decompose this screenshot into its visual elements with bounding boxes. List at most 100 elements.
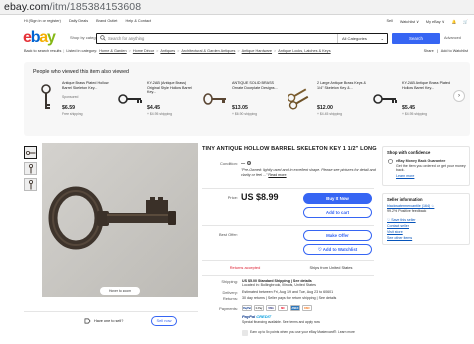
add-to-watchlist-link[interactable]: Add to Watchlist (441, 49, 468, 53)
seller-information-box: Seller information blackwatermercantile … (382, 193, 470, 245)
item-shipping: Free shipping (62, 112, 83, 116)
breadcrumb-item[interactable]: Home Décor (133, 49, 154, 53)
thumbnail-1[interactable] (24, 146, 37, 159)
also-viewed-item[interactable]: KY-2AB (Antique Brass) Original Style Ho… (118, 81, 202, 133)
search-box[interactable]: All Categories ⌄ (96, 33, 388, 44)
learn-more-link[interactable]: Learn more (396, 174, 468, 178)
read-more-link[interactable]: Read more (268, 173, 286, 177)
also-viewed-item[interactable]: ANTIQUE SOLID BRASS Ornate Doorplate Des… (203, 81, 287, 133)
breadcrumb-item[interactable]: Home & Garden (99, 49, 126, 53)
contact-seller-link[interactable]: Contact seller (387, 224, 459, 228)
skeleton-key-image (42, 143, 198, 297)
price-label: Price: (227, 195, 238, 200)
item-title[interactable]: KY-2AB (Antique Brass) Original Style Ho… (147, 81, 199, 95)
breadcrumb-item[interactable]: Antique Locks, Latches & Keys (278, 49, 330, 53)
mastercard-icon: MC (278, 305, 288, 311)
money-back-guarantee: eBay Money Back Guarantee (396, 159, 446, 163)
address-bar[interactable]: ebay.com/itm/185384153608 (0, 0, 474, 15)
main-product-image[interactable] (42, 143, 198, 297)
item-shipping: + $4.95 shipping (402, 112, 427, 116)
also-viewed-carousel: People who viewed this item also viewed … (24, 62, 470, 136)
share-link[interactable]: Share (424, 49, 434, 53)
item-title[interactable]: 2 Large Antique Brass Keys & 1/4" Skelet… (317, 81, 369, 90)
logo-letter-b: b (30, 29, 41, 46)
sponsored-label: Sponsored (62, 95, 79, 99)
money-back-description: Get the item you ordered or get your mon… (396, 164, 466, 173)
google-pay-icon: G Pay (254, 305, 264, 311)
divider (202, 225, 374, 226)
thumbnail-3[interactable] (24, 178, 37, 191)
seller-name-link[interactable]: blackwatermercantile (164) ☆ (387, 204, 459, 208)
add-to-cart-button[interactable]: Add to cart (303, 207, 372, 218)
sell-now-button[interactable]: Sell now (151, 316, 177, 326)
breadcrumb-item[interactable]: Architectural & Garden Antiques (181, 49, 235, 53)
breadcrumb-separator: | (436, 49, 438, 53)
shipping-value: US $5.00 Standard Shipping | See details… (242, 279, 376, 288)
save-seller-link[interactable]: ♡ Save this seller (387, 218, 459, 222)
thumbnail-2[interactable] (24, 162, 37, 175)
breadcrumb-separator: > (237, 49, 240, 53)
also-viewed-item[interactable]: KY-2AB Antique Brass Plated Hollow Barre… (373, 81, 457, 133)
item-price: $6.59 (62, 105, 75, 111)
shield-icon (388, 159, 393, 164)
info-icon[interactable]: i (247, 161, 252, 165)
buy-it-now-button[interactable]: Buy It Now (303, 193, 372, 204)
breadcrumb: Back to search results | Listed in categ… (24, 49, 331, 53)
shipping-label: Shipping: (221, 279, 238, 284)
paypal-credit-logo: PayPal CREDIT (242, 314, 271, 319)
also-viewed-item[interactable]: Antique Brass Plated Hollow Barrel Skele… (33, 81, 117, 133)
sign-in-link[interactable]: Hi (Sign in or register) (24, 19, 61, 23)
my-ebay-link[interactable]: My eBay ∨ (426, 19, 445, 24)
earn-points-text[interactable]: Earn up to 5x points when you use your e… (250, 330, 380, 334)
item-title[interactable]: ANTIQUE SOLID BRASS Ornate Doorplate Des… (232, 81, 284, 90)
breadcrumb-separator: > (177, 49, 180, 53)
divider (202, 188, 374, 189)
daily-deals-link[interactable]: Daily Deals (69, 19, 88, 23)
url-path: /itm/185384153608 (49, 1, 142, 13)
ebay-logo[interactable]: ebay (23, 29, 67, 47)
watchlist-link[interactable]: Watchlist ∨ (400, 19, 419, 24)
breadcrumb-separator: > (274, 49, 277, 53)
hover-to-zoom-hint: Hover to zoom (100, 287, 140, 295)
key-thumbnail-icon (28, 179, 33, 189)
paypal-credit-word: PayPal (242, 314, 256, 319)
also-viewed-item[interactable]: 2 Large Antique Brass Keys & 1/4" Skelet… (288, 81, 372, 133)
item-shipping: + $4.95 shipping (147, 112, 172, 116)
advanced-search-link[interactable]: Advanced (444, 36, 461, 40)
breadcrumb-item[interactable]: Antique Hardware (242, 49, 272, 53)
search-icon (100, 35, 106, 41)
delivery-value: Estimated between Fri, Aug 19 and Tue, A… (242, 290, 334, 294)
item-title[interactable]: KY-2AB Antique Brass Plated Hollow Barre… (402, 81, 454, 90)
make-offer-button[interactable]: Make Offer (303, 230, 372, 241)
carousel-next-arrow-icon[interactable]: › (453, 90, 465, 102)
discover-icon: DISC (302, 305, 312, 311)
help-contact-link[interactable]: Help & Contact (125, 19, 151, 23)
key-thumbnail-icon (373, 81, 399, 117)
back-to-results-link[interactable]: Back to search results (24, 49, 61, 53)
best-offer-label: Best Offer: (218, 232, 238, 237)
search-input[interactable] (108, 35, 328, 42)
visit-store-link[interactable]: Visit store (387, 230, 459, 234)
sell-link[interactable]: Sell (386, 19, 392, 24)
search-button[interactable]: Search (392, 33, 440, 44)
category-select[interactable]: All Categories ⌄ (337, 34, 387, 43)
add-to-watchlist-button[interactable]: ♡ Add to Watchlist (303, 244, 372, 255)
shop-with-confidence-box: Shop with confidence eBay Money Back Gua… (382, 146, 470, 186)
special-financing-text[interactable]: Special financing available. See terms a… (242, 320, 320, 324)
confidence-header: Shop with confidence (387, 150, 431, 155)
breadcrumb-separator: > (156, 49, 159, 53)
cart-icon[interactable]: 🛒 (463, 19, 468, 24)
amex-icon: AMEX (290, 305, 300, 311)
key-thumbnail-icon (33, 81, 59, 117)
brand-outlet-link[interactable]: Brand Outlet (96, 19, 117, 23)
item-title[interactable]: Antique Brass Plated Hollow Barrel Skele… (62, 81, 114, 90)
item-title: TINY ANTIQUE HOLLOW BARREL SKELETON KEY … (202, 146, 377, 152)
notification-bell-icon[interactable]: 🔔 (452, 19, 457, 24)
url-text[interactable]: ebay.com/itm/185384153608 (4, 1, 141, 13)
breadcrumb-item[interactable]: Antiques (160, 49, 175, 53)
visa-icon: VISA (266, 305, 276, 311)
see-other-items-link[interactable]: See other items (387, 236, 459, 240)
seller-feedback: 99.2% Positive feedback (387, 209, 427, 213)
key-thumbnail-icon (25, 150, 35, 155)
item-price: $4.45 (147, 105, 160, 111)
